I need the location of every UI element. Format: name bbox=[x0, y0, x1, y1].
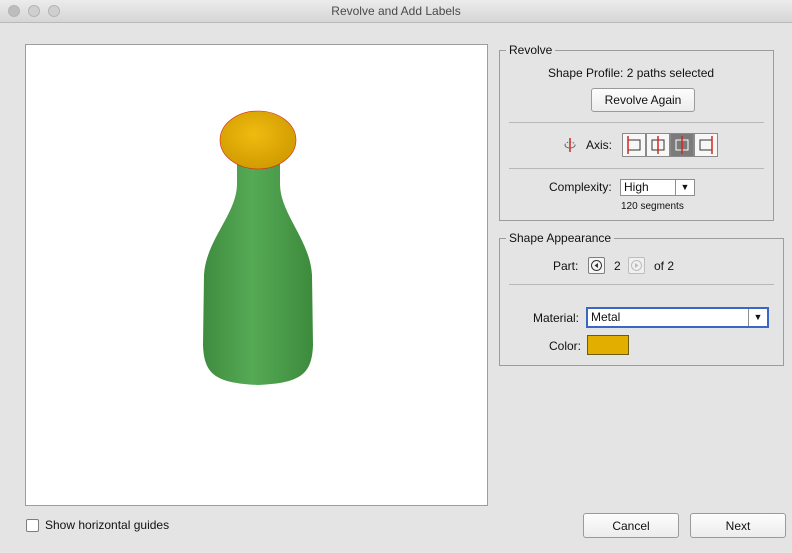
material-select[interactable]: Metal ▼ bbox=[586, 307, 769, 328]
revolve-legend: Revolve bbox=[506, 43, 556, 57]
axis-right-edge-button[interactable] bbox=[694, 133, 718, 157]
axis-label: Axis: bbox=[586, 138, 613, 152]
preview-canvas[interactable] bbox=[25, 44, 488, 506]
part-of-text: of 2 bbox=[654, 259, 675, 273]
next-button[interactable]: Next bbox=[690, 513, 786, 538]
axis-left-edge-button[interactable] bbox=[622, 133, 646, 157]
next-arrow-icon bbox=[630, 259, 643, 275]
bottle-cap bbox=[219, 110, 297, 170]
divider bbox=[509, 122, 764, 123]
bottle-body bbox=[203, 155, 313, 385]
previous-arrow-icon bbox=[590, 259, 603, 275]
axis-center-selected-button[interactable] bbox=[670, 133, 694, 157]
revolve-again-button[interactable]: Revolve Again bbox=[591, 88, 695, 112]
part-label: Part: bbox=[553, 259, 579, 273]
complexity-select[interactable]: High ▼ bbox=[620, 179, 695, 196]
divider bbox=[509, 284, 774, 285]
dialog-window: Revolve and Add Labels Revolve Shape Pro… bbox=[0, 0, 792, 553]
color-swatch[interactable] bbox=[587, 335, 629, 355]
complexity-value: High bbox=[624, 180, 649, 194]
shape-profile-text: Shape Profile: 2 paths selected bbox=[548, 66, 715, 80]
color-label: Color: bbox=[549, 339, 582, 353]
shape-appearance-legend: Shape Appearance bbox=[506, 231, 615, 245]
rotate-axis-icon bbox=[562, 137, 578, 156]
complexity-label: Complexity: bbox=[549, 180, 612, 194]
divider bbox=[509, 168, 764, 169]
chevron-down-icon: ▼ bbox=[748, 309, 767, 326]
chevron-down-icon: ▼ bbox=[675, 180, 694, 195]
segments-text: 120 segments bbox=[621, 201, 684, 212]
show-horizontal-guides-checkbox[interactable] bbox=[26, 519, 39, 532]
axis-center-button[interactable] bbox=[646, 133, 670, 157]
material-label: Material: bbox=[533, 311, 580, 325]
window-title: Revolve and Add Labels bbox=[331, 4, 461, 18]
show-horizontal-guides-label: Show horizontal guides bbox=[45, 518, 170, 532]
title-bar: Revolve and Add Labels bbox=[0, 0, 792, 23]
previous-part-button[interactable] bbox=[588, 257, 605, 274]
part-number: 2 bbox=[614, 259, 621, 273]
cancel-button[interactable]: Cancel bbox=[583, 513, 679, 538]
next-part-button[interactable] bbox=[628, 257, 645, 274]
material-value: Metal bbox=[591, 310, 621, 324]
